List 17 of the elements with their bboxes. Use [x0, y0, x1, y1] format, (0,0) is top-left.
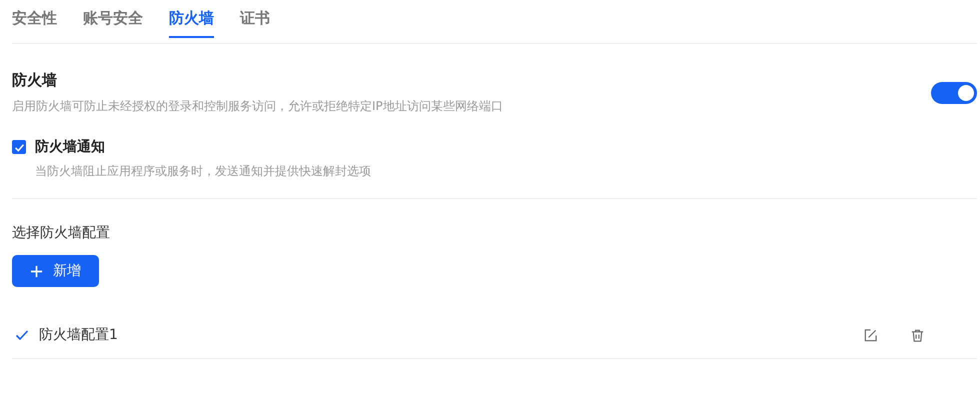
add-button[interactable]: 新增 — [12, 255, 99, 287]
checkbox-description: 当防火墙阻止应用程序或服务时，发送通知并提供快速解封选项 — [35, 163, 371, 180]
section-title: 防火墙 — [12, 71, 58, 90]
config-name[interactable]: 防火墙配置1 — [39, 326, 118, 344]
trash-icon[interactable] — [910, 328, 925, 342]
toggle-switch[interactable] — [931, 82, 977, 104]
section-heading: 选择防火墙配置 — [12, 224, 111, 242]
tab[interactable]: 防火墙 — [169, 0, 214, 38]
edit-icon[interactable] — [863, 328, 878, 342]
check-icon — [15, 328, 29, 342]
tab[interactable]: 账号安全 — [83, 0, 143, 38]
tab[interactable]: 证书 — [240, 0, 270, 38]
tab[interactable]: 安全性 — [12, 0, 57, 38]
section-description: 启用防火墙可防止未经授权的登录和控制服务访问，允许或拒绝特定IP地址访问某些网络端口 — [12, 98, 503, 115]
checkbox-label: 防火墙通知 — [35, 138, 106, 156]
checkbox[interactable] — [12, 140, 26, 154]
plus-icon — [30, 264, 43, 278]
